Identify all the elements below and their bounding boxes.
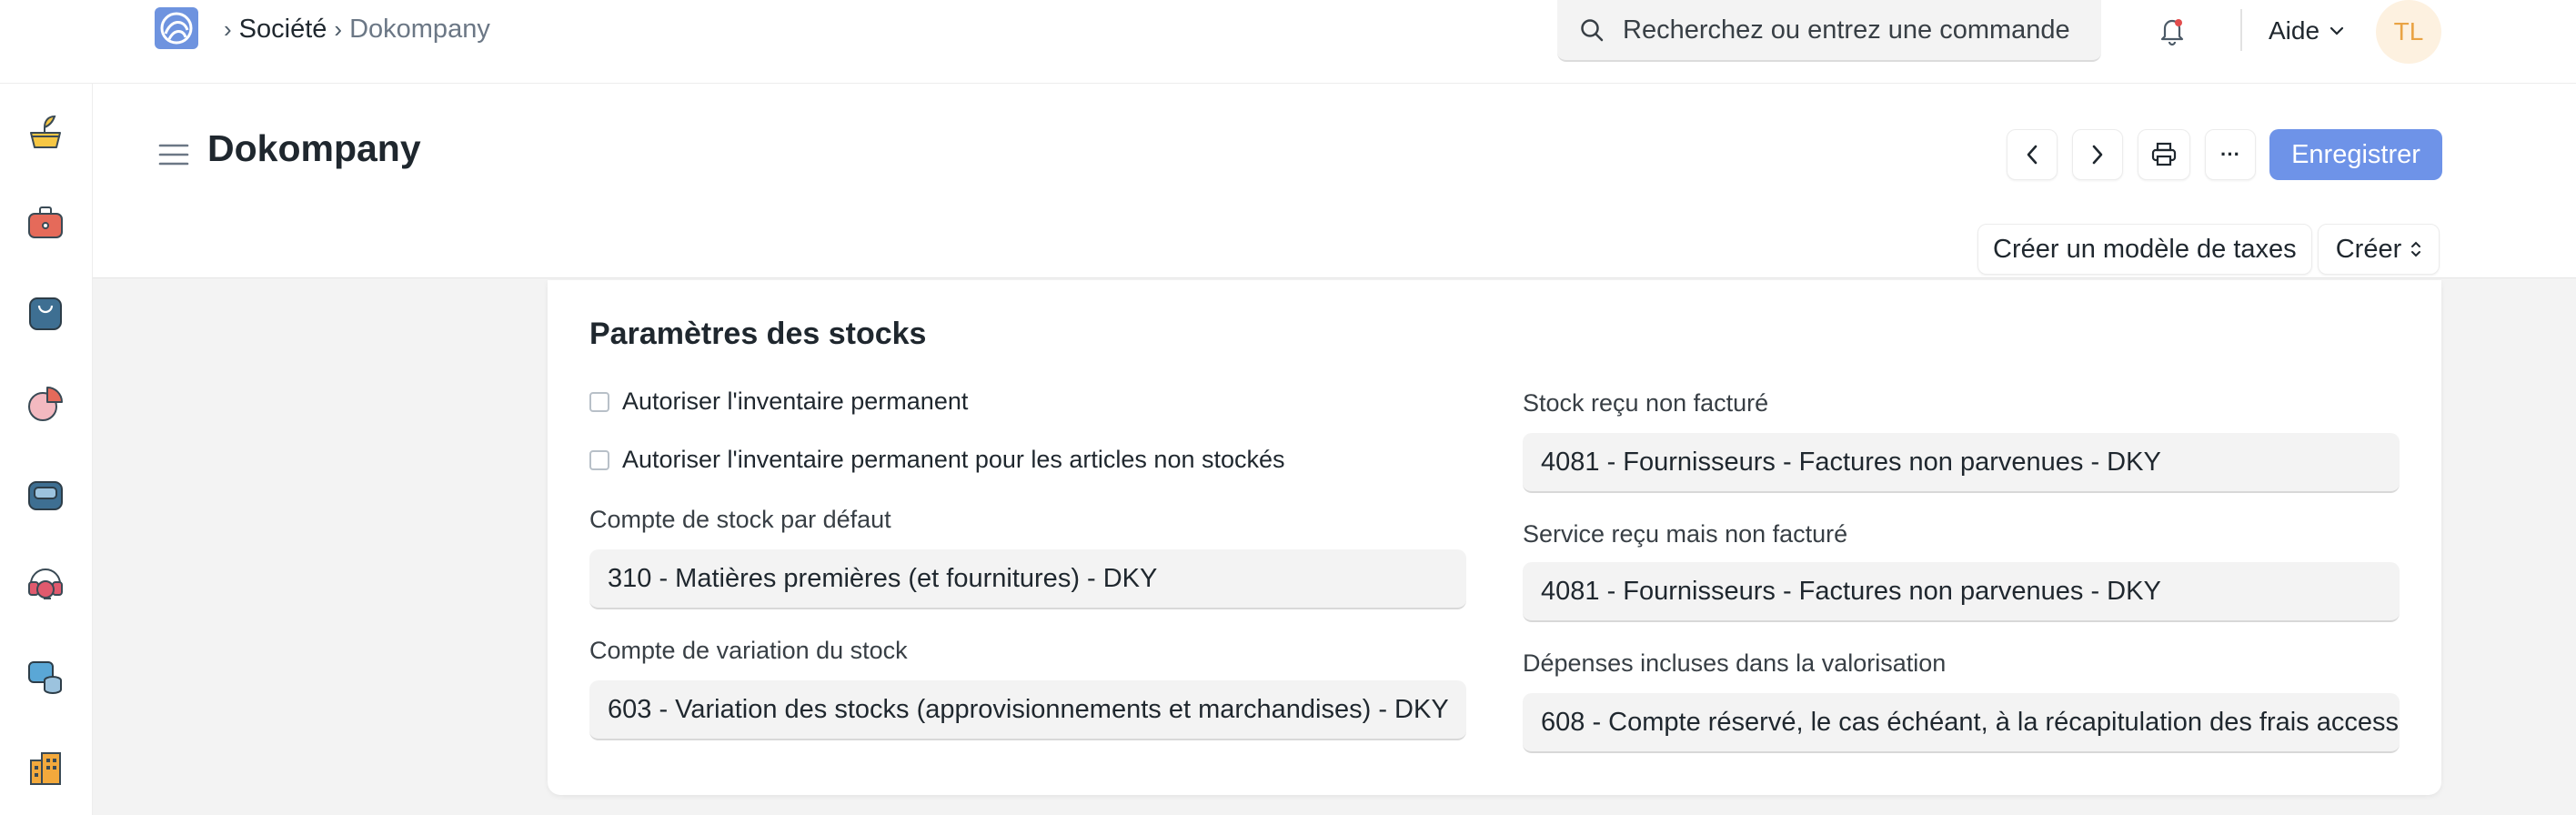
notification-bell-icon[interactable]	[2158, 15, 2187, 47]
default-stock-account-label: Compte de stock par défaut	[589, 506, 891, 533]
database-icon[interactable]	[25, 657, 65, 697]
expenses-valuation-label: Dépenses incluses dans la valorisation	[1523, 649, 1947, 677]
next-record-button[interactable]	[2072, 129, 2123, 180]
stock-adjustment-account-field[interactable]: 603 - Variation des stocks (approvisionn…	[589, 680, 1466, 740]
non-stock-inventory-checkbox[interactable]	[589, 449, 609, 470]
print-button[interactable]	[2138, 129, 2190, 180]
service-received-field[interactable]: 4081 - Fournisseurs - Factures non parve…	[1523, 562, 2400, 622]
perpetual-inventory-checkbox-row[interactable]: Autoriser l'inventaire permanent	[589, 387, 968, 416]
more-actions-button[interactable]: ···	[2205, 129, 2256, 180]
menu-toggle-icon[interactable]	[158, 141, 189, 168]
page-title: Dokompany	[207, 127, 421, 169]
non-stock-inventory-label: Autoriser l'inventaire permanent pour le…	[622, 446, 1285, 473]
support-icon[interactable]	[25, 566, 65, 606]
save-button[interactable]: Enregistrer	[2269, 129, 2442, 180]
toolbox-icon[interactable]	[25, 202, 65, 242]
chevron-right-icon: ›	[224, 15, 232, 43]
more-icon: ···	[2220, 143, 2240, 166]
avatar[interactable]: TL	[2376, 0, 2441, 64]
breadcrumb-item-societe[interactable]: Société	[239, 15, 327, 45]
updown-chevron-icon	[2411, 241, 2421, 257]
help-dropdown[interactable]: Aide	[2269, 15, 2345, 47]
expenses-valuation-field[interactable]: 608 - Compte réservé, le cas échéant, à …	[1523, 693, 2400, 753]
breadcrumb: › Société › Dokompany	[222, 13, 490, 45]
stock-adjustment-account-label: Compte de variation du stock	[589, 637, 908, 664]
plant-pot-icon[interactable]	[25, 111, 65, 151]
search-icon	[1579, 17, 1605, 43]
default-stock-account-field[interactable]: 310 - Matières premières (et fournitures…	[589, 549, 1466, 609]
pie-chart-icon[interactable]	[25, 384, 65, 424]
create-label: Créer	[2335, 234, 2402, 264]
stock-settings-card: Paramètres des stocks Autoriser l'invent…	[548, 280, 2441, 795]
create-tax-template-label: Créer un modèle de taxes	[1993, 234, 2297, 264]
perpetual-inventory-checkbox[interactable]	[589, 391, 609, 412]
monitor-icon[interactable]	[25, 475, 65, 515]
printer-icon	[2151, 142, 2177, 166]
avatar-initials: TL	[2393, 17, 2424, 45]
chevron-left-icon	[2027, 145, 2038, 165]
stock-received-label: Stock reçu non facturé	[1523, 389, 1769, 417]
search-input[interactable]: Recherchez ou entrez une commande	[1557, 0, 2101, 62]
service-received-label: Service reçu mais non facturé	[1523, 520, 1848, 548]
chevron-down-icon	[2329, 26, 2344, 35]
stock-received-field[interactable]: 4081 - Fournisseurs - Factures non parve…	[1523, 433, 2400, 493]
section-title: Paramètres des stocks	[589, 317, 927, 351]
building-icon[interactable]	[25, 748, 65, 788]
search-placeholder: Recherchez ou entrez une commande	[1623, 15, 2070, 45]
chevron-right-icon: ›	[334, 15, 343, 43]
breadcrumb-item-current[interactable]: Dokompany	[349, 15, 490, 45]
navbar-divider	[2240, 9, 2242, 51]
help-label: Aide	[2269, 16, 2320, 45]
create-tax-template-button[interactable]: Créer un modèle de taxes	[1977, 224, 2312, 275]
create-dropdown-button[interactable]: Créer	[2318, 224, 2440, 275]
perpetual-inventory-label: Autoriser l'inventaire permanent	[622, 387, 969, 415]
previous-record-button[interactable]	[2007, 129, 2058, 180]
app-logo-icon[interactable]	[155, 7, 198, 49]
page-header: Dokompany ··· Enregistrer Créer un modèl…	[93, 84, 2576, 278]
sidebar	[0, 84, 93, 815]
shopping-bag-icon[interactable]	[25, 293, 65, 333]
top-navbar: › Société › Dokompany Recherchez ou entr…	[0, 0, 2576, 84]
non-stock-inventory-checkbox-row[interactable]: Autoriser l'inventaire permanent pour le…	[589, 446, 1285, 474]
chevron-right-icon	[2092, 145, 2103, 165]
